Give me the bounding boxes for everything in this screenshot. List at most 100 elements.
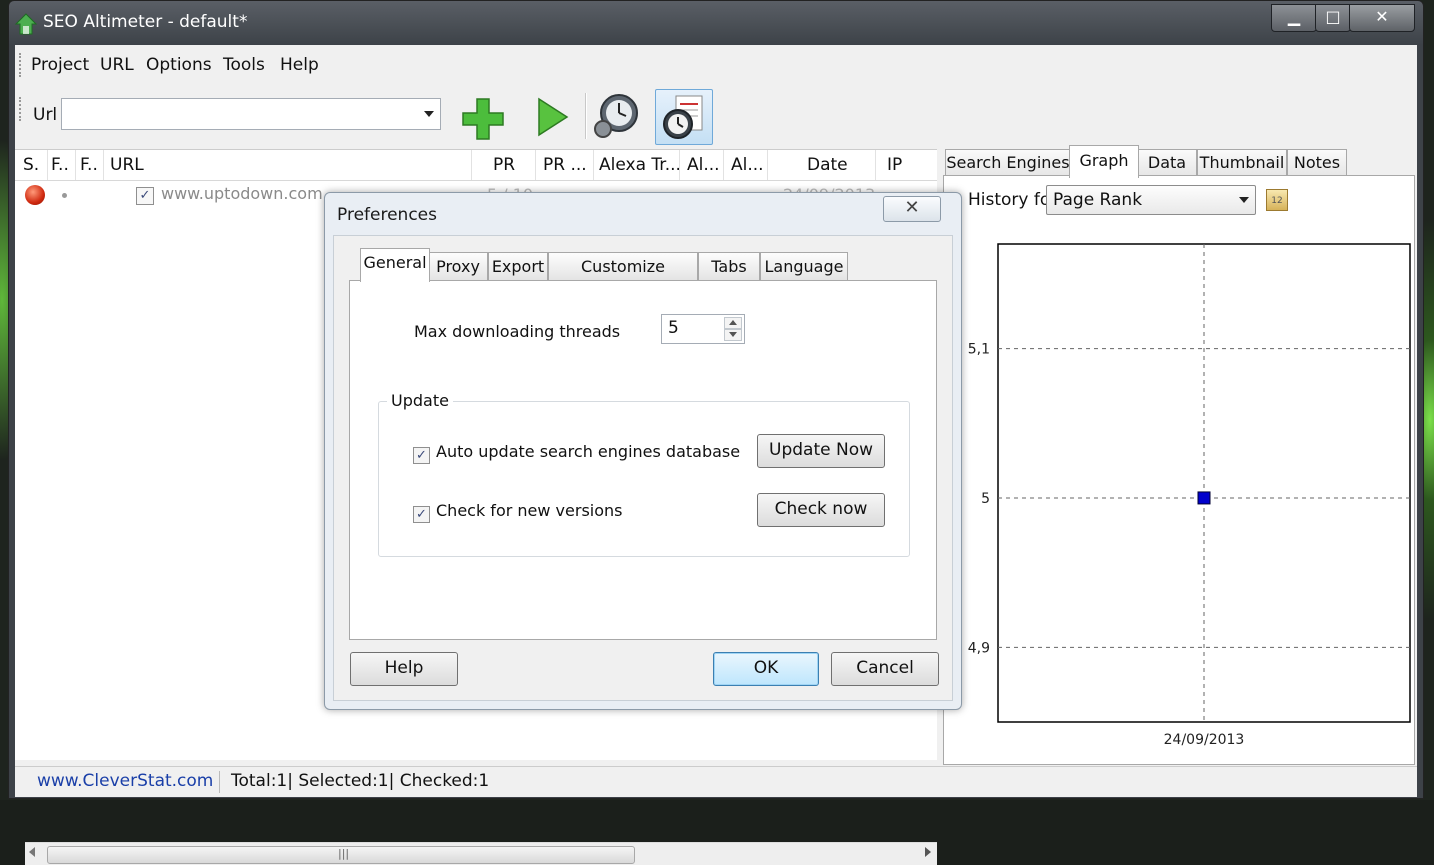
auto-update-row[interactable]: ✓ Auto update search engines database: [413, 442, 740, 464]
tab-export[interactable]: Export: [488, 252, 548, 281]
col-f2[interactable]: F..: [80, 155, 98, 175]
tab-general[interactable]: General: [360, 248, 430, 282]
x-tick-label: 24/09/2013: [1164, 732, 1245, 748]
tab-language[interactable]: Language: [760, 252, 848, 281]
plot-area: [997, 243, 1411, 723]
scroll-thumb[interactable]: |||: [47, 846, 635, 864]
close-button[interactable]: ✕: [1349, 4, 1415, 32]
close-icon: ✕: [904, 197, 920, 218]
col-f1[interactable]: F..: [51, 155, 69, 175]
add-url-button[interactable]: [455, 89, 511, 143]
maximize-icon: □: [1325, 7, 1341, 26]
chevron-down-icon[interactable]: [1239, 197, 1249, 203]
close-icon: ✕: [1375, 7, 1389, 26]
menu-help[interactable]: Help: [280, 55, 319, 75]
tab-tabs[interactable]: Tabs: [698, 252, 760, 281]
stepper-up-icon[interactable]: [724, 317, 742, 329]
horizontal-scrollbar[interactable]: |||: [25, 842, 937, 865]
tab-data[interactable]: Data: [1137, 149, 1197, 176]
status-counts: Total:1| Selected:1| Checked:1: [231, 771, 490, 791]
row-url: www.uptodown.com: [161, 184, 323, 203]
menu-grip: [19, 53, 23, 77]
column-divider[interactable]: [767, 150, 768, 180]
url-combobox[interactable]: [61, 98, 441, 130]
menu-project[interactable]: Project: [31, 55, 89, 75]
column-divider[interactable]: [679, 150, 680, 180]
col-alexa-2[interactable]: Al...: [731, 155, 764, 175]
column-divider[interactable]: [471, 150, 472, 180]
plus-icon: [462, 98, 504, 140]
col-pr[interactable]: PR: [493, 155, 515, 175]
help-button[interactable]: Help: [350, 652, 458, 686]
col-url[interactable]: URL: [110, 155, 144, 175]
scroll-left-icon[interactable]: [29, 847, 35, 857]
cleverstat-link[interactable]: www.CleverStat.com: [37, 771, 213, 791]
dialog-body: General Proxy Export Customize columns T…: [333, 235, 953, 701]
tab-thumbnail[interactable]: Thumbnail: [1197, 149, 1287, 176]
status-bar: www.CleverStat.com Total:1| Selected:1| …: [15, 766, 1417, 797]
col-ip[interactable]: IP: [887, 155, 902, 175]
graph-tab-body: History for Page Rank 12 5,1 5 4,9 24/09/20…: [943, 175, 1415, 765]
preferences-button[interactable]: [655, 89, 713, 145]
tab-notes[interactable]: Notes: [1287, 149, 1347, 176]
start-check-button[interactable]: [523, 89, 579, 143]
history-combobox[interactable]: Page Rank: [1046, 185, 1256, 215]
menu-url[interactable]: URL: [100, 55, 134, 75]
column-divider[interactable]: [103, 150, 104, 180]
check-versions-label: Check for new versions: [436, 501, 623, 520]
menu-options[interactable]: Options: [146, 55, 212, 75]
threads-value: 5: [668, 318, 679, 338]
check-versions-checkbox[interactable]: ✓: [413, 506, 430, 523]
tab-proxy[interactable]: Proxy: [428, 252, 488, 281]
column-divider[interactable]: [723, 150, 724, 180]
history-label: History for: [968, 190, 1058, 210]
column-divider[interactable]: [875, 150, 876, 180]
col-alexa-traffic[interactable]: Alexa Tr...: [599, 155, 681, 175]
dialog-close-button[interactable]: ✕: [883, 196, 941, 222]
cancel-button[interactable]: Cancel: [831, 652, 939, 686]
title-bar: SEO Altimeter - default* ▁ □ ✕: [9, 1, 1423, 45]
threads-label: Max downloading threads: [414, 322, 621, 341]
ok-button[interactable]: OK: [713, 652, 819, 686]
auto-update-checkbox[interactable]: ✓: [413, 447, 430, 464]
col-status[interactable]: S.: [23, 155, 39, 175]
tab-graph[interactable]: Graph: [1069, 145, 1139, 178]
error-status-icon: [25, 185, 45, 205]
col-pr-extra[interactable]: PR ...: [543, 155, 587, 175]
y-tick-label: 4,9: [968, 640, 990, 656]
col-date[interactable]: Date: [807, 155, 848, 175]
check-now-button[interactable]: Check now: [757, 493, 885, 527]
threads-stepper[interactable]: 5: [661, 314, 745, 344]
toolbar: Url: [15, 87, 1417, 145]
tab-search-engines[interactable]: Search Engines: [945, 149, 1071, 176]
data-point: [1197, 491, 1211, 505]
report-clock-icon: [663, 95, 703, 139]
column-divider[interactable]: [47, 150, 48, 180]
page-rank-chart: 5,1 5 4,9 24/09/2013: [968, 243, 1411, 748]
calendar-icon[interactable]: 12: [1266, 189, 1288, 211]
schedule-button[interactable]: [589, 89, 645, 143]
tab-customize-columns[interactable]: Customize columns: [548, 252, 698, 304]
update-now-button[interactable]: Update Now: [757, 434, 885, 468]
minimize-button[interactable]: ▁: [1271, 4, 1317, 32]
stepper-buttons: [724, 317, 742, 341]
scroll-right-icon[interactable]: [925, 847, 931, 857]
scroll-grip-icon: |||: [338, 847, 350, 860]
general-tab-body: Max downloading threads 5 Update ✓ Auto u…: [349, 280, 937, 640]
column-divider[interactable]: [593, 150, 594, 180]
list-header: S. F.. F.. URL PR PR ... Alexa Tr... Al.…: [15, 150, 937, 181]
column-divider[interactable]: [535, 150, 536, 180]
toolbar-grip: [19, 97, 23, 121]
flag-dot-icon: [62, 193, 67, 198]
dialog-title: Preferences: [337, 205, 437, 225]
check-versions-row[interactable]: ✓ Check for new versions: [413, 501, 622, 523]
chevron-down-icon[interactable]: [424, 111, 434, 117]
update-group-label: Update: [387, 391, 453, 410]
menu-tools[interactable]: Tools: [223, 55, 265, 75]
stepper-down-icon[interactable]: [724, 329, 742, 341]
row-checkbox[interactable]: ✓: [136, 187, 154, 205]
app-logo-icon: [15, 13, 37, 35]
col-alexa-1[interactable]: Al...: [687, 155, 720, 175]
maximize-button[interactable]: □: [1315, 4, 1351, 32]
column-divider[interactable]: [75, 150, 76, 180]
